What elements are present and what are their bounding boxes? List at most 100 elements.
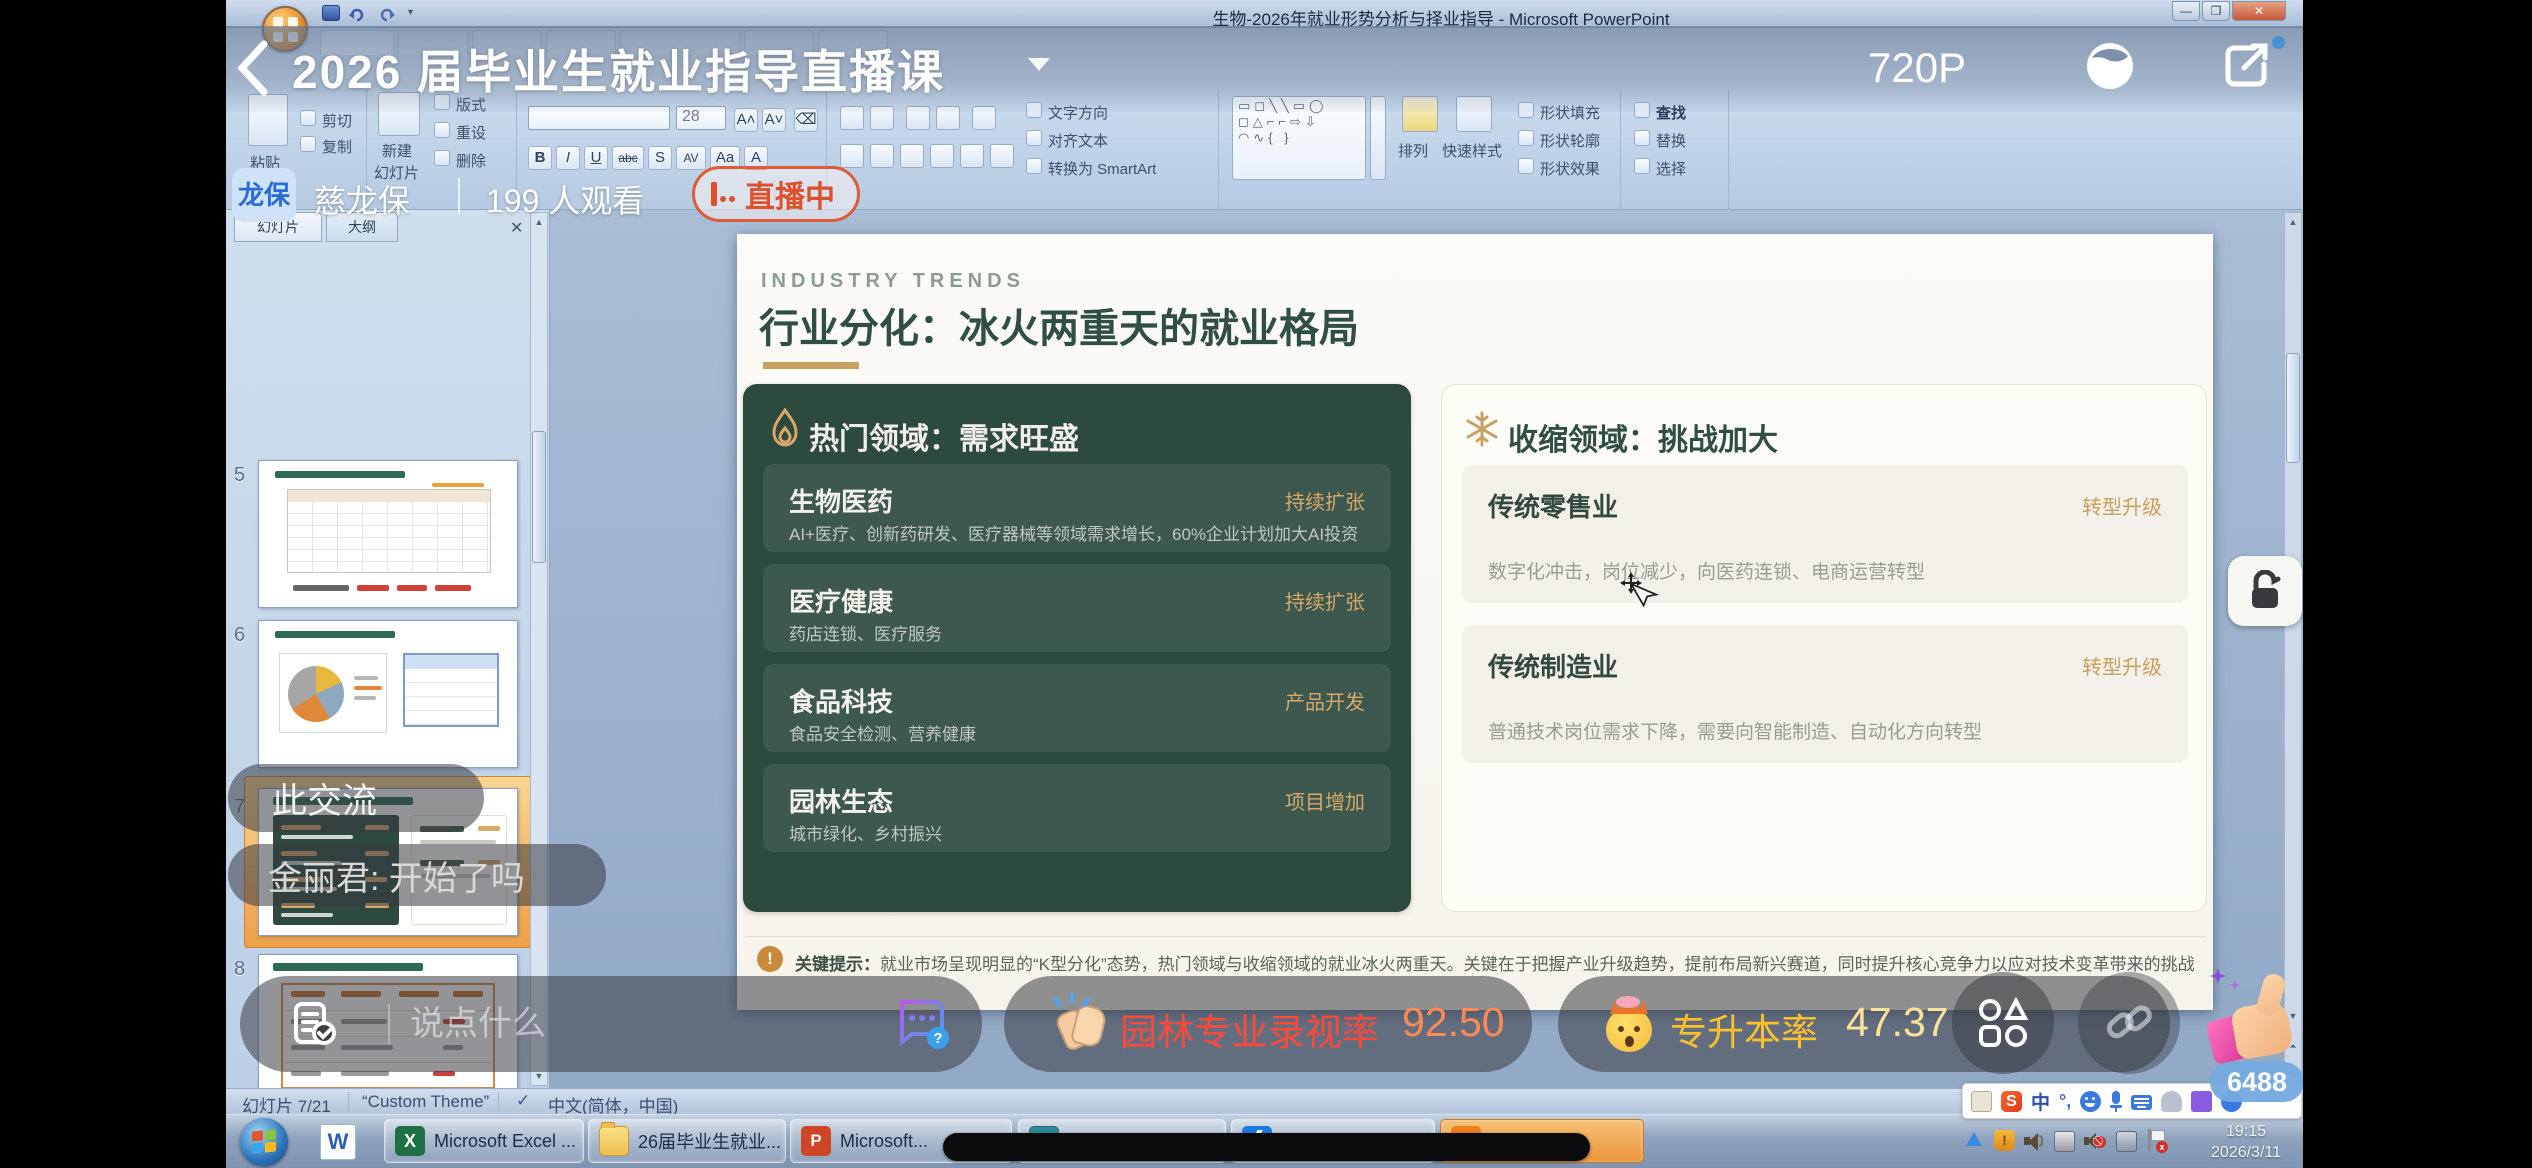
- taskbar-button-label: 26届毕业生就业...: [638, 1128, 781, 1154]
- chat-bubble-icon[interactable]: ?: [892, 994, 952, 1059]
- close-button[interactable]: ✕: [2232, 1, 2286, 21]
- scroll-up-icon[interactable]: ▲: [2286, 214, 2300, 230]
- show-hidden-icons[interactable]: [1966, 1132, 1982, 1146]
- hot-item-tag: 持续扩张: [1285, 586, 1365, 615]
- select-icon[interactable]: [1634, 158, 1650, 174]
- replace-label[interactable]: 替换: [1656, 130, 1686, 151]
- live-title: 2026 届毕业生就业指导直播课: [292, 36, 945, 102]
- ime-mic-icon[interactable]: [2110, 1091, 2122, 1112]
- shrink-item-desc: 数字化冲击，岗位减少，向医药连锁、电商运营转型: [1488, 557, 1925, 584]
- shrink-item-tag: 转型升级: [2082, 651, 2162, 680]
- cut-icon[interactable]: [300, 110, 316, 126]
- redo-icon[interactable]: [378, 5, 396, 21]
- shape-outline-icon[interactable]: [1518, 130, 1534, 146]
- quality-label[interactable]: 720P: [1868, 44, 1966, 92]
- composer-bar[interactable]: ?: [240, 976, 982, 1072]
- chat-message: 此交流: [228, 764, 484, 832]
- muted-speaker-icon[interactable]: ⃠: [2084, 1130, 2106, 1152]
- divider: [458, 178, 460, 214]
- share-icon[interactable]: [2220, 40, 2272, 97]
- ime-tray-icon[interactable]: [1971, 1091, 1992, 1112]
- home-indicator-bar: [943, 1133, 1590, 1161]
- shape-effects-label[interactable]: 形状效果: [1540, 158, 1600, 179]
- volume-icon[interactable]: [2024, 1131, 2044, 1151]
- help-dot: [2272, 36, 2285, 49]
- action-value: 47.37: [1846, 999, 1949, 1046]
- slide-thumbnail-5[interactable]: [258, 460, 518, 608]
- minimize-button[interactable]: —: [2172, 1, 2200, 21]
- canvas-scrollbar[interactable]: ▲ ▼ ⏶ ⏷: [2284, 212, 2302, 1086]
- link-button[interactable]: [2078, 972, 2180, 1074]
- save-icon[interactable]: [322, 5, 340, 21]
- sogou-logo-icon[interactable]: S: [2001, 1091, 2022, 1112]
- maximize-button[interactable]: ❐: [2202, 1, 2230, 21]
- replace-icon[interactable]: [1634, 130, 1650, 146]
- message-list-icon[interactable]: [290, 1000, 340, 1053]
- excel-icon: X: [395, 1126, 425, 1156]
- select-label[interactable]: 选择: [1656, 158, 1686, 179]
- streamer-name[interactable]: 慈龙保: [314, 176, 410, 222]
- streamer-row: 龙保 慈龙保 199 人观看 直播中: [226, 164, 1126, 226]
- taskbar-button-folder[interactable]: 26届毕业生就业...: [588, 1119, 786, 1163]
- qat-dropdown-icon[interactable]: ▾: [408, 5, 426, 21]
- reset-icon[interactable]: [434, 122, 450, 138]
- panel-scrollbar[interactable]: ▲ ▼: [530, 212, 548, 1086]
- exploding-head-emoji-icon: [1602, 994, 1658, 1052]
- hot-item-desc: 城市绿化、乡村振兴: [789, 820, 942, 845]
- ime-emoji-icon[interactable]: [2080, 1091, 2101, 1112]
- display-icon[interactable]: [2116, 1131, 2137, 1152]
- title-caret-icon[interactable]: [1028, 58, 1050, 71]
- svg-text:?: ?: [933, 1030, 942, 1047]
- taskbar-button-excel[interactable]: X Microsoft Excel ...: [384, 1119, 584, 1163]
- copy-label[interactable]: 复制: [322, 136, 352, 157]
- live-status-label: 直播中: [745, 172, 835, 216]
- security-bag-icon[interactable]: !: [1994, 1130, 2015, 1151]
- like-button[interactable]: [2208, 966, 2302, 1066]
- lock-button[interactable]: [2228, 556, 2302, 626]
- align-text-icon[interactable]: [1026, 130, 1042, 146]
- taskbar-clock[interactable]: 19:15 2026/3/11: [2206, 1121, 2286, 1163]
- spellcheck-icon[interactable]: ✓: [516, 1091, 530, 1111]
- like-count-badge: 6488: [2210, 1062, 2303, 1102]
- cut-label[interactable]: 剪切: [322, 110, 352, 131]
- word-icon[interactable]: W: [320, 1124, 356, 1160]
- action-center-flag-icon[interactable]: x: [2146, 1129, 2168, 1153]
- hot-item: 食品科技 产品开发 食品安全检测、营养健康: [763, 664, 1391, 752]
- taskbar: W X Microsoft Excel ... 26届毕业生就业... P Mi…: [226, 1114, 2303, 1168]
- flame-icon: [769, 408, 801, 453]
- ime-punct-icon[interactable]: °,: [2059, 1091, 2071, 1112]
- reset-label[interactable]: 重设: [456, 122, 486, 143]
- new-slide-label-1[interactable]: 新建: [382, 140, 412, 161]
- current-slide: INDUSTRY TRENDS 行业分化：冰火两重天的就业格局 热门领域：需求旺…: [737, 234, 2213, 1010]
- thumb-number: 8: [234, 958, 256, 981]
- action-button-1[interactable]: 园林专业录视率 92.50: [1004, 976, 1532, 1072]
- panel-scroll-thumb[interactable]: [532, 431, 546, 563]
- folder-icon: [599, 1126, 629, 1156]
- arrange-label[interactable]: 排列: [1398, 140, 1428, 161]
- action-label: 园林专业录视率: [1120, 1002, 1379, 1056]
- hot-item-desc: 药店连锁、医疗服务: [789, 620, 942, 645]
- ime-person-icon[interactable]: [2161, 1091, 2182, 1112]
- moon-icon[interactable]: [2084, 40, 2136, 92]
- canvas-scroll-thumb[interactable]: [2286, 353, 2300, 463]
- ime-keyboard-icon[interactable]: [2131, 1095, 2152, 1110]
- hot-item-tag: 项目增加: [1285, 786, 1365, 815]
- shape-effects-icon[interactable]: [1518, 158, 1534, 174]
- align-text-label[interactable]: 对齐文本: [1048, 130, 1108, 151]
- printer-icon[interactable]: [2054, 1131, 2075, 1152]
- shape-outline-label[interactable]: 形状轮廓: [1540, 130, 1600, 151]
- copy-icon[interactable]: [300, 136, 316, 152]
- chat-input[interactable]: [408, 1000, 788, 1048]
- slide-thumbnail-6[interactable]: [258, 620, 518, 768]
- action-label: 专升本率: [1670, 1002, 1818, 1056]
- undo-icon[interactable]: [348, 5, 366, 21]
- ime-chinese-icon[interactable]: 中: [2031, 1088, 2050, 1115]
- streamer-badge[interactable]: 龙保: [232, 168, 296, 222]
- start-button[interactable]: [240, 1118, 288, 1166]
- apps-grid-button[interactable]: [1952, 972, 2054, 1074]
- back-icon[interactable]: [234, 40, 272, 101]
- hot-item-name: 医疗健康: [789, 582, 893, 619]
- quick-styles-label[interactable]: 快速样式: [1442, 140, 1502, 161]
- ime-skin-icon[interactable]: [2191, 1091, 2212, 1112]
- taskbar-button-label: Microsoft Excel ...: [434, 1131, 576, 1152]
